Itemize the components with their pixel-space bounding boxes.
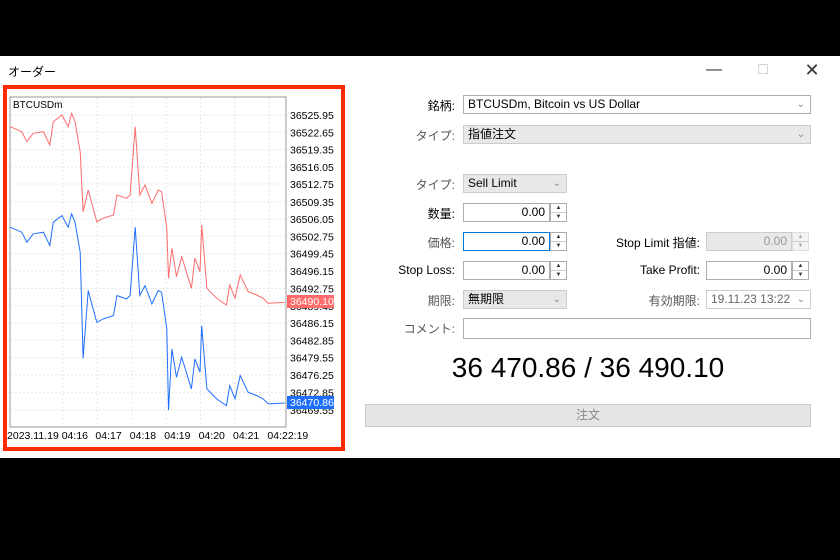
- take-profit-stepper[interactable]: ▲ ▼: [792, 261, 809, 280]
- volume-input[interactable]: 0.00: [463, 203, 550, 222]
- symbol-label: 銘柄:: [427, 99, 455, 113]
- x-tick-date-label: 2023.11.19 04:16: [7, 430, 88, 442]
- order-type-label: タイプ:: [415, 178, 455, 192]
- arrow-down-icon[interactable]: ▼: [551, 213, 566, 221]
- price-label: 価格:: [427, 236, 455, 250]
- arrow-up-icon[interactable]: ▲: [551, 262, 566, 270]
- maximize-icon: □: [758, 61, 768, 78]
- y-tick-label: 36516.05: [290, 162, 334, 174]
- order-type-value: Sell Limit: [468, 176, 517, 190]
- x-tick-label: 04:17: [95, 430, 121, 442]
- y-tick-label: 36519.35: [290, 145, 334, 157]
- arrow-down-icon[interactable]: ▼: [793, 242, 808, 250]
- expiration-value: 無期限: [468, 292, 505, 306]
- take-profit-input[interactable]: 0.00: [706, 261, 792, 280]
- y-tick-label: 36486.15: [290, 318, 334, 330]
- arrow-up-icon[interactable]: ▲: [551, 204, 566, 212]
- price-stepper[interactable]: ▲ ▼: [550, 232, 567, 251]
- y-tick-label: 36502.75: [290, 231, 334, 243]
- arrow-up-icon[interactable]: ▲: [793, 262, 808, 270]
- type-value: 指値注文: [468, 127, 517, 141]
- y-tick-label: 36522.65: [290, 127, 334, 139]
- type-label: タイプ:: [415, 129, 455, 143]
- chevron-down-icon: ⌄: [552, 294, 561, 305]
- comment-input[interactable]: [463, 318, 811, 339]
- minimize-button[interactable]: —: [691, 56, 737, 84]
- expiration-label: 期限:: [427, 294, 455, 308]
- chart-plot-area: [9, 96, 287, 428]
- y-tick-label: 36496.15: [290, 266, 334, 278]
- arrow-down-icon[interactable]: ▼: [551, 242, 566, 250]
- y-tick-label: 36499.45: [290, 249, 334, 261]
- y-tick-label: 36476.25: [290, 370, 334, 382]
- minimize-icon: —: [706, 61, 722, 78]
- x-tick-label: 04:20: [199, 430, 225, 442]
- symbol-select[interactable]: BTCUSDm, Bitcoin vs US Dollar ⌄: [463, 95, 811, 114]
- x-tick-label: 04:18: [130, 430, 156, 442]
- ask-price-label: 36490.10: [290, 296, 334, 308]
- bid-ask-quote: 36 470.86 / 36 490.10: [451, 352, 725, 383]
- x-tick-label: 04:21: [233, 430, 259, 442]
- arrow-down-icon[interactable]: ▼: [793, 271, 808, 279]
- stop-limit-stepper[interactable]: ▲ ▼: [792, 232, 809, 251]
- maximize-button[interactable]: □: [740, 56, 786, 84]
- chevron-down-icon: ⌄: [796, 129, 805, 140]
- y-tick-label: 36525.95: [290, 110, 334, 122]
- stop-loss-label: Stop Loss:: [398, 263, 455, 277]
- y-tick-label: 36492.75: [290, 284, 334, 296]
- chart-symbol-title: BTCUSDm: [13, 100, 62, 111]
- comment-label: コメント:: [403, 322, 455, 336]
- y-tick-label: 36506.05: [290, 214, 334, 226]
- stop-limit-input[interactable]: 0.00: [706, 232, 792, 251]
- order-type-select[interactable]: Sell Limit ⌄: [463, 174, 567, 193]
- chevron-down-icon: ⌄: [552, 178, 561, 189]
- stop-loss-stepper[interactable]: ▲ ▼: [550, 261, 567, 280]
- expiry-date-value: 19.11.23 13:22: [711, 292, 791, 306]
- chevron-down-icon: ⌄: [796, 294, 805, 305]
- price-chart: BTCUSDm 36525.95 36522.65 36519.35 36516.05…: [3, 85, 345, 451]
- close-icon: ✕: [804, 59, 820, 80]
- y-tick-label: 36509.35: [290, 197, 334, 209]
- expiry-date-picker[interactable]: 19.11.23 13:22 ⌄: [706, 290, 811, 309]
- take-profit-label: Take Profit:: [639, 263, 700, 277]
- price-input[interactable]: 0.00: [463, 232, 550, 251]
- expiry-date-label: 有効期限:: [648, 294, 700, 308]
- arrow-up-icon[interactable]: ▲: [793, 233, 808, 241]
- bid-price-label: 36470.86: [290, 397, 334, 409]
- volume-stepper[interactable]: ▲ ▼: [550, 203, 567, 222]
- stop-loss-input[interactable]: 0.00: [463, 261, 550, 280]
- symbol-value: BTCUSDm, Bitcoin vs US Dollar: [468, 97, 641, 111]
- arrow-down-icon[interactable]: ▼: [551, 271, 566, 279]
- x-tick-label: 04:19: [164, 430, 190, 442]
- order-button[interactable]: 注文: [365, 404, 811, 427]
- arrow-up-icon[interactable]: ▲: [551, 233, 566, 241]
- volume-label: 数量:: [427, 207, 455, 221]
- x-tick-last-label: 04:22:19: [267, 430, 308, 442]
- y-tick-label: 36482.85: [290, 335, 334, 347]
- close-button[interactable]: ✕: [789, 56, 835, 84]
- y-tick-label: 36479.55: [290, 353, 334, 365]
- y-tick-label: 36512.75: [290, 179, 334, 191]
- expiration-select[interactable]: 無期限 ⌄: [463, 290, 567, 309]
- chevron-down-icon: ⌄: [796, 99, 805, 110]
- stop-limit-label: Stop Limit 指値:: [615, 236, 700, 250]
- type-select[interactable]: 指値注文 ⌄: [463, 125, 811, 144]
